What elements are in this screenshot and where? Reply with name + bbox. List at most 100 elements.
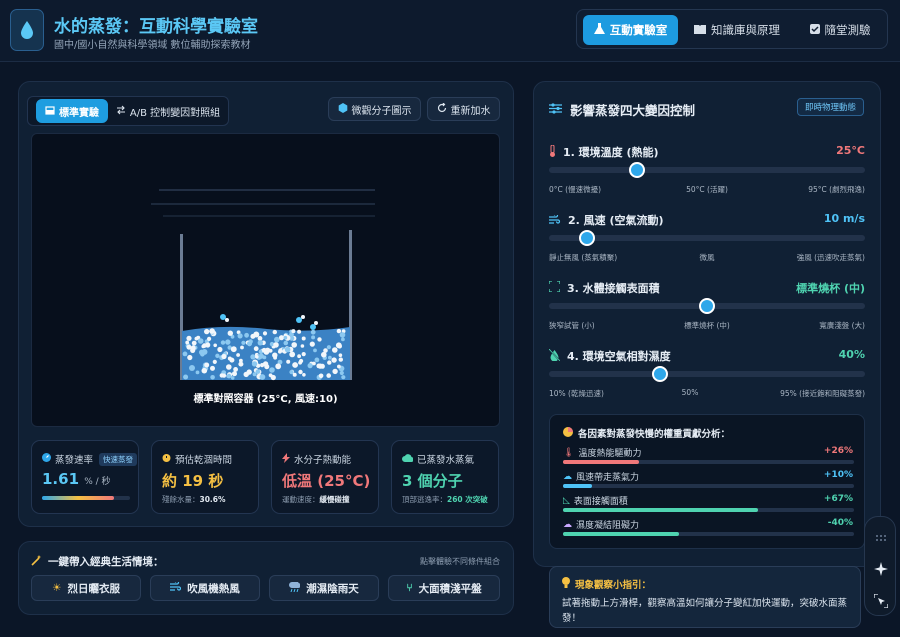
sun-icon: ☀ <box>52 582 62 594</box>
water-molecule <box>232 371 237 377</box>
water-molecule <box>338 353 343 357</box>
slider-thumb[interactable] <box>578 230 595 246</box>
water-molecule <box>226 364 232 370</box>
water-molecule <box>339 332 346 338</box>
water-molecule <box>307 363 313 369</box>
select-icon[interactable] <box>873 593 889 609</box>
water-molecule <box>297 354 301 359</box>
water-molecule <box>250 354 256 360</box>
water-molecule <box>238 361 244 367</box>
molecule-view-button[interactable]: 微觀分子圖示 <box>328 97 421 121</box>
water-molecule <box>230 376 235 380</box>
checkbox-icon <box>809 23 820 37</box>
surface-area-slider[interactable] <box>549 298 865 314</box>
water-molecule <box>302 373 306 377</box>
card-value: 約 19 秒 <box>162 472 224 490</box>
water-molecule <box>219 373 224 378</box>
water-molecule <box>209 328 215 334</box>
water-molecule <box>339 370 344 376</box>
water-molecule <box>186 344 192 350</box>
water-molecule <box>210 365 215 371</box>
note-label: 頂部逃逸率： <box>402 495 447 504</box>
water-molecule <box>326 373 332 378</box>
analysis-bar <box>563 508 854 512</box>
scenario-sunny-laundry[interactable]: ☀ 烈日曬衣服 <box>31 575 141 601</box>
water-molecule <box>283 335 288 340</box>
water-molecule <box>255 369 261 374</box>
water-molecule <box>284 346 291 353</box>
bar-label: 濕度凝結阻礙力 <box>576 521 640 531</box>
water-molecule <box>194 336 199 341</box>
sparkle-icon[interactable] <box>874 561 888 576</box>
water-molecule <box>317 363 323 369</box>
nav-tab-knowledge[interactable]: 知識庫與原理 <box>687 15 787 45</box>
water-molecule <box>244 332 250 338</box>
water-molecule <box>314 357 320 363</box>
scenario-rainy-day[interactable]: 潮濕陰雨天 <box>269 575 379 601</box>
analysis-bar-fill <box>563 532 680 536</box>
timer-icon <box>162 453 171 465</box>
scenario-label: 潮濕陰雨天 <box>306 582 359 595</box>
scenario-hair-dryer[interactable]: 吹風機熱風 <box>150 575 260 601</box>
control-label: 2. 風速 (空氣流動) <box>568 214 664 227</box>
flask-icon <box>593 22 605 38</box>
tip-body: 試著拖動上方滑桿，觀察高溫如何讓分子變紅加快運動，突破水面蒸發！ <box>562 598 848 624</box>
scenario-shallow-tray[interactable]: ⑂ 大面積淺平盤 <box>388 575 500 601</box>
slider-thumb[interactable] <box>699 298 715 314</box>
water-molecule <box>331 357 337 363</box>
water-molecule <box>327 360 332 365</box>
tip-box: 現象觀察小指引： 試著拖動上方滑桿，觀察高溫如何讓分子變紅加快運動，突破水面蒸發… <box>549 566 861 628</box>
tab-ab-compare[interactable]: A/B 控制變因對照組 <box>113 99 223 123</box>
control-value: 標準燒杯 (中) <box>796 282 865 295</box>
slider-thumb[interactable] <box>651 366 668 382</box>
water-molecule <box>332 347 338 353</box>
water-molecule <box>183 374 189 380</box>
water-molecule <box>336 328 342 334</box>
beaker-illustration <box>151 189 375 381</box>
refill-water-button[interactable]: 重新加水 <box>427 97 500 121</box>
magic-wand-icon <box>31 554 42 569</box>
rain-icon <box>289 579 302 595</box>
water-molecule <box>337 364 341 369</box>
analysis-bar-fill <box>563 460 639 464</box>
water-molecule <box>326 345 331 350</box>
app-header: 水的蒸發：互動科學實驗室 國中/國小自然與科學領域 數位輔助探索教材 互動實驗室… <box>0 0 900 62</box>
tab-standard-experiment[interactable]: 標準實驗 <box>36 99 108 123</box>
water-molecule <box>259 374 266 380</box>
nav-tab-lab[interactable]: 互動實驗室 <box>583 15 678 45</box>
water-molecule <box>199 349 205 355</box>
grid-icon[interactable] <box>875 531 887 543</box>
water-molecule <box>291 342 298 348</box>
water-molecule <box>226 373 232 379</box>
evaporation-rate-card: 蒸發速率 快速蒸發 1.61 % / 秒 <box>31 440 139 514</box>
simulation-stage: 標準對照容器 (25°C, 風速:10) <box>31 133 500 427</box>
app-title: 水的蒸發：互動科學實驗室 <box>54 17 258 37</box>
button-label: 重新加水 <box>450 105 491 117</box>
thermometer-icon <box>549 144 556 160</box>
wind-speed-slider[interactable] <box>549 230 865 246</box>
slider-tick-min: 狹窄試管 (小) <box>549 321 595 330</box>
scenario-hint: 點擊體驗不同條件組合 <box>420 557 500 566</box>
water-molecule <box>233 367 239 372</box>
note-label: 殘餘水量： <box>162 495 200 504</box>
gauge-icon <box>42 453 51 465</box>
water-molecule <box>313 348 317 353</box>
water-molecule <box>186 335 192 341</box>
temperature-slider[interactable] <box>549 162 865 178</box>
water-molecule <box>191 345 196 350</box>
humidity-slider[interactable] <box>549 366 865 382</box>
water-molecule <box>341 337 345 342</box>
slider-tick-min: 靜止無風 (蒸氣積聚) <box>549 253 618 262</box>
water-molecule <box>195 370 200 375</box>
water-molecule <box>257 340 263 346</box>
scenario-title: 一鍵帶入經典生活情境： <box>48 556 164 568</box>
nav-tab-quiz[interactable]: 隨堂測驗 <box>797 15 883 45</box>
water-molecule <box>236 353 241 357</box>
scenario-label: 吹風機熱風 <box>187 582 240 595</box>
water-molecule <box>252 372 257 377</box>
water-molecule <box>253 346 259 352</box>
nav-tab-label: 隨堂測驗 <box>824 23 871 37</box>
note-value: 260 次突破 <box>447 495 488 504</box>
water-molecule <box>317 337 322 342</box>
dry-time-card: 預估乾涸時間 約 19 秒 殘餘水量：30.6% <box>151 440 259 514</box>
